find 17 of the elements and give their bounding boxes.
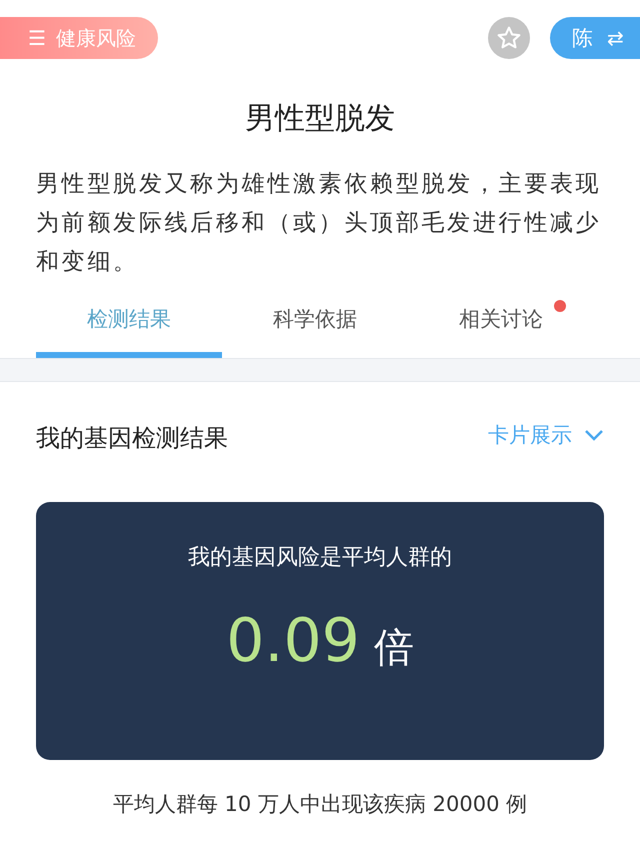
star-icon [496,25,522,51]
description-text: 男性型脱发又称为雄性激素依赖型脱发，主要表现为前额发际线后移和（或）头顶部毛发进行性减少和变细。 [36,170,602,277]
menu-icon: ☰ [28,26,46,50]
chevron-down-icon [584,429,604,441]
tab[interactable]: 相关讨论 [408,294,594,358]
tab[interactable]: 科学依据 [222,294,408,358]
footnote-text: 平均人群每 10 万人中出现该疾病 20000 例 [112,791,528,818]
risk-value: 0.09 [226,606,360,676]
swap-icon: ⇄ [607,26,624,50]
risk-unit: 倍 [374,624,414,673]
user-switch-button[interactable]: 陈 ⇄ [550,17,640,59]
favorite-button[interactable] [488,17,530,59]
risk-caption: 我的基因风险是平均人群的 [188,544,452,572]
view-toggle[interactable]: 卡片展示 [488,421,604,455]
category-button[interactable]: ☰ 健康风险 [0,17,158,59]
page-title: 男性型脱发 [244,100,396,138]
section-title: 我的基因检测结果 [36,423,228,454]
